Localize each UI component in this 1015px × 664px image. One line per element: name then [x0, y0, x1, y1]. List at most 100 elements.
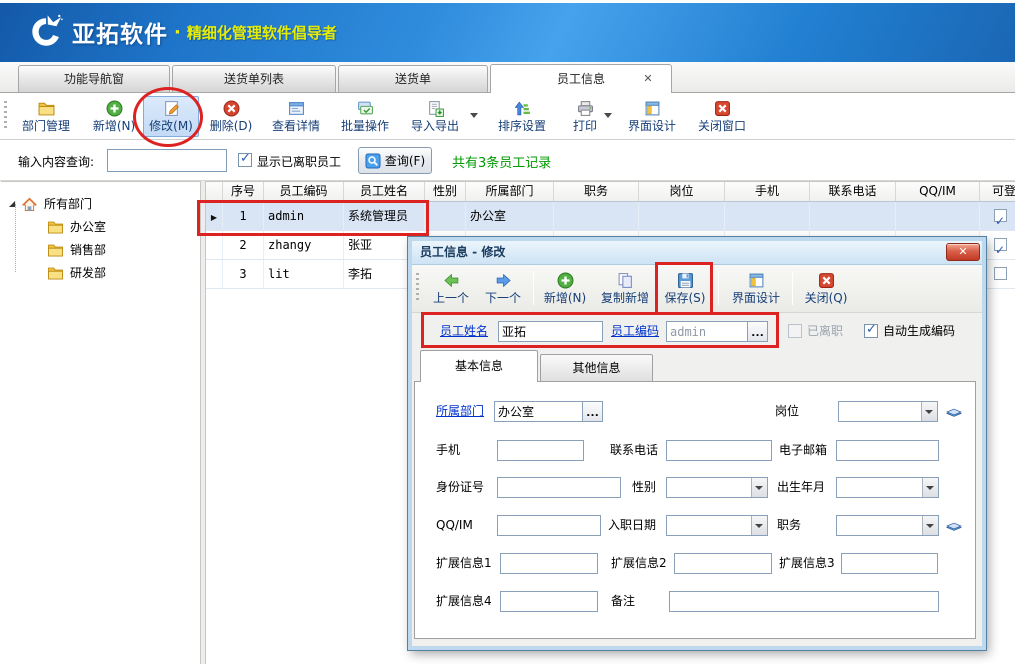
tree-root-all-departments[interactable]: ◢ 所有部门 [9, 192, 92, 215]
ext3-input[interactable] [841, 553, 938, 574]
employee-code-input [666, 321, 748, 342]
dictionary-book-icon[interactable] [945, 517, 963, 533]
tab-employee-info[interactable]: 员工信息 ✕ [490, 64, 672, 93]
next-button[interactable]: 下一个 [478, 268, 528, 309]
modify-button[interactable]: 修改(M) [143, 96, 199, 137]
ui-design-button[interactable]: 界面设计 [726, 268, 786, 309]
tab-delivery[interactable]: 送货单 [338, 65, 488, 92]
resigned-checkbox [788, 324, 802, 338]
ext4-input[interactable] [500, 591, 598, 612]
employee-name-input[interactable] [498, 321, 603, 342]
dialog-tabstrip: 基本信息 其他信息 [412, 350, 982, 382]
dialog-close-q-button[interactable]: 关闭(Q) [798, 268, 854, 309]
toolbar-separator [792, 271, 793, 305]
save-icon [677, 272, 694, 289]
hire-date-combobox[interactable] [666, 515, 768, 536]
dept-input[interactable] [494, 401, 583, 422]
copy-add-button[interactable]: 复制新增 [596, 268, 654, 309]
grid-header-post[interactable]: 岗位 [639, 182, 725, 201]
tab-close-icon[interactable]: ✕ [641, 72, 655, 86]
delete-button[interactable]: 删除(D) [202, 96, 260, 137]
print-icon [577, 100, 594, 117]
tree-item-sales[interactable]: 销售部 [47, 238, 106, 261]
post-combobox[interactable] [838, 401, 938, 422]
grid-header-dept[interactable]: 所属部门 [466, 182, 554, 201]
id-number-input[interactable] [497, 477, 621, 498]
employee-edit-dialog: 员工信息 - 修改 ✕ 上一个 下一个 新增(N) 复制新增 保存(S) 界面设… [408, 237, 986, 650]
app-window: { "glyphs": { "check": "✓", "marker": "▶… [0, 0, 1015, 664]
copy-icon [617, 272, 634, 289]
grid-header-code[interactable]: 员工编码 [264, 182, 344, 201]
phone-input[interactable] [666, 440, 772, 461]
email-label: 电子邮箱 [779, 440, 827, 461]
previous-button[interactable]: 上一个 [426, 268, 476, 309]
search-button[interactable]: 查询(F) [358, 147, 432, 174]
grid-header-mobile[interactable]: 手机 [725, 182, 810, 201]
can-login-checkbox[interactable] [994, 267, 1007, 280]
ext2-input[interactable] [674, 553, 772, 574]
tree-item-rnd[interactable]: 研发部 [47, 261, 106, 284]
tab-delivery-list[interactable]: 送货单列表 [172, 65, 336, 92]
grid-header-gender[interactable]: 性别 [425, 182, 466, 201]
grid-header-qq[interactable]: QQ/IM [896, 182, 980, 201]
can-login-checkbox[interactable]: ✓ [994, 238, 1007, 251]
sort-settings-button[interactable]: 排序设置 [490, 96, 554, 137]
tab-basic-info[interactable]: 基本信息 [420, 350, 538, 382]
print-dropdown-arrow[interactable] [604, 113, 612, 118]
details-icon [288, 100, 305, 117]
grid-header-row: 序号 员工编码 员工姓名 性别 所属部门 职务 岗位 手机 联系电话 QQ/IM… [206, 182, 1015, 202]
tree-item-office[interactable]: 办公室 [47, 215, 106, 238]
add-button[interactable]: 新增(N) [86, 96, 142, 137]
filter-bar: 输入内容查询: ✓ 显示已离职员工 查询(F) 共有3条员工记录 [0, 140, 1015, 181]
duty-combobox[interactable] [836, 515, 939, 536]
note-input[interactable] [669, 591, 939, 612]
grid-header-name[interactable]: 员工姓名 [344, 182, 425, 201]
ui-design-button[interactable]: 界面设计 [621, 96, 683, 137]
tab-nav-window[interactable]: 功能导航窗 [18, 65, 170, 92]
dialog-titlebar[interactable]: 员工信息 - 修改 [412, 241, 982, 265]
code-ellipsis-button[interactable]: … [747, 321, 768, 342]
grid-header-duty[interactable]: 职务 [554, 182, 639, 201]
import-export-dropdown-arrow[interactable] [470, 113, 478, 118]
autocode-checkbox[interactable]: ✓ [864, 324, 878, 338]
dept-manage-button[interactable]: 部门管理 [13, 96, 79, 137]
hire-date-label: 入职日期 [608, 515, 656, 536]
grid-header-seq[interactable]: 序号 [223, 182, 264, 201]
qq-label: QQ/IM [436, 515, 473, 536]
id-number-label: 身份证号 [436, 477, 484, 498]
view-details-button[interactable]: 查看详情 [266, 96, 326, 137]
folder-icon [47, 242, 64, 258]
print-button[interactable]: 打印 [562, 96, 608, 137]
add-button[interactable]: 新增(N) [538, 268, 592, 309]
gender-combobox[interactable] [666, 477, 768, 498]
query-input[interactable] [107, 149, 227, 172]
import-export-button[interactable]: 导入导出 [404, 96, 466, 137]
close-red-icon [818, 272, 835, 289]
edit-icon [163, 100, 180, 117]
birth-combobox[interactable] [836, 477, 939, 498]
dept-ellipsis-button[interactable]: … [582, 401, 603, 422]
table-row[interactable]: ▶ 1 admin 系统管理员 办公室 ✓ [206, 202, 1015, 231]
toolbar-separator [400, 99, 401, 133]
grid-header-canlogin[interactable]: 可登 [980, 182, 1015, 201]
dictionary-book-icon[interactable] [945, 403, 963, 419]
main-toolbar: 部门管理 新增(N) 修改(M) 删除(D) 查看详情 批量操作 导入导出 排序… [0, 93, 1015, 140]
qq-input[interactable] [497, 515, 601, 536]
ext1-label: 扩展信息1 [436, 553, 492, 574]
close-window-button[interactable]: 关闭窗口 [691, 96, 753, 137]
show-resigned-checkbox[interactable]: ✓ [238, 153, 252, 167]
add-icon [106, 100, 123, 117]
dialog-close-button[interactable]: ✕ [946, 243, 980, 261]
mobile-input[interactable] [497, 440, 584, 461]
grid-header-phone[interactable]: 联系电话 [810, 182, 896, 201]
tab-other-info[interactable]: 其他信息 [540, 354, 653, 382]
delete-icon [223, 100, 240, 117]
can-login-checkbox[interactable]: ✓ [994, 209, 1007, 222]
save-button[interactable]: 保存(S) [658, 268, 712, 309]
batch-operate-button[interactable]: 批量操作 [334, 96, 396, 137]
post-label: 岗位 [775, 401, 799, 422]
arrow-left-icon [443, 272, 460, 289]
ext1-input[interactable] [500, 553, 598, 574]
email-input[interactable] [836, 440, 939, 461]
close-icon: ✕ [958, 245, 967, 258]
